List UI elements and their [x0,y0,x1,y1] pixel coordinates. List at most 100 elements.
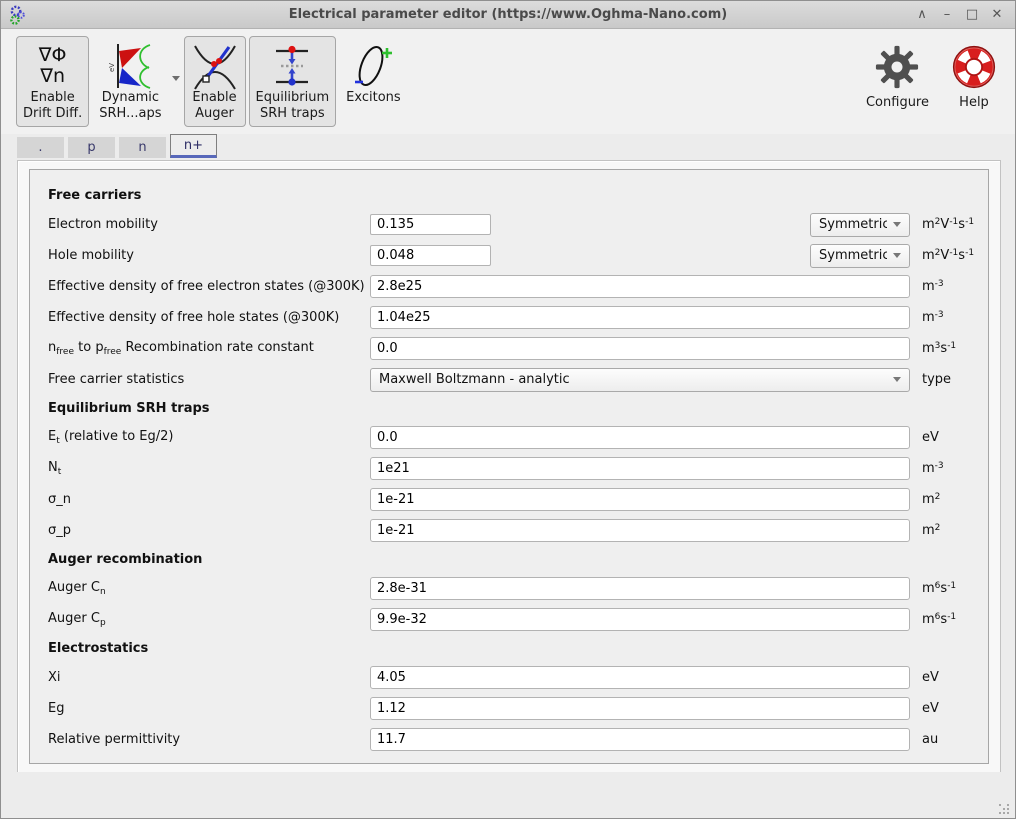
value-input[interactable] [370,426,910,449]
value-input[interactable] [370,728,910,751]
section-heading: Equilibrium SRH traps [48,395,988,422]
field-widgets [370,519,910,542]
value-input[interactable] [370,519,910,542]
unit-label: m3s-1 [922,341,956,356]
svg-text:eV: eV [108,63,116,72]
dropdown-value: Maxwell Boltzmann - analytic [379,372,887,387]
form-row: Auger Cp m6s-1 [48,604,988,635]
field-widgets [370,608,910,631]
excitons-button[interactable]: Excitons [339,36,408,111]
field-label: σ_n [48,492,370,507]
configure-button[interactable]: Configure [866,36,929,110]
drift-diffusion-icon: ∇Φ∇n [29,42,77,90]
field-widgets [370,337,910,360]
dropdown-value: Symmetric [819,248,887,263]
toolbar-right: Configure Help [866,36,997,110]
form-row: Eg eV [48,693,988,724]
field-label: Eg [48,701,370,716]
field-widgets [370,697,910,720]
window-controls: ∧ – □ ✕ [914,7,1015,23]
enable-auger-button[interactable]: Enable Auger [184,36,246,127]
equilibrium-srh-traps-button[interactable]: Equilibrium SRH traps [249,36,337,127]
unit-label: m2V-1s-1 [922,217,974,232]
field-widgets [370,457,910,480]
unit-label: m-3 [922,461,944,476]
electrical-parameter-editor-window: Electrical parameter editor (https://www… [0,0,1016,819]
chevron-down-icon [893,222,901,227]
value-input[interactable] [370,337,910,360]
value-input[interactable] [370,608,910,631]
unit-label: m6s-1 [922,612,956,627]
statusbar [1,772,1015,818]
unit-label: m2 [922,523,940,538]
equilibrium-srh-icon [268,42,316,90]
close-button[interactable]: ✕ [989,7,1005,23]
unit-label: m-3 [922,310,944,325]
symmetry-dropdown[interactable]: Symmetric [810,244,910,268]
form-row: Hole mobility Symmetric m2V-1s-1 [48,240,988,271]
unit-label: eV [922,430,939,445]
field-widgets [370,426,910,449]
maximize-button[interactable]: □ [964,7,980,23]
resize-grip-icon[interactable] [999,804,1001,806]
toolbar: ∇Φ∇n Enable Drift Diff. eV Dynamic SRH..… [1,29,1015,134]
dynamic-srh-icon: eV [106,42,154,90]
value-input[interactable] [370,666,910,689]
minimize-button[interactable]: – [939,7,955,23]
unit-label: eV [922,701,939,716]
dynamic-srh-traps-button[interactable]: eV Dynamic SRH...aps [92,36,168,127]
unit-label: m-3 [922,279,944,294]
value-input[interactable] [370,306,910,329]
tab-.[interactable]: . [17,137,64,158]
exciton-icon [349,42,397,90]
symmetry-dropdown[interactable]: Symmetric [810,213,910,237]
form-row: nfree to pfree Recombination rate consta… [48,333,988,364]
value-input[interactable] [370,577,910,600]
form-row: σ_n m2 [48,484,988,515]
dropdown-value: Symmetric [819,217,887,232]
form-row: Effective density of free electron state… [48,271,988,302]
tab-n[interactable]: n [119,137,166,158]
form-row: Nt m-3 [48,453,988,484]
lifebuoy-icon [951,44,997,90]
value-input[interactable] [370,214,491,235]
titlebar: Electrical parameter editor (https://www… [1,1,1015,29]
value-input[interactable] [370,245,491,266]
unit-label: au [922,732,938,747]
field-label: Nt [48,460,370,477]
form-row: Electron mobility Symmetric m2V-1s-1 [48,209,988,240]
unit-label: m2V-1s-1 [922,248,974,263]
unit-label: m2 [922,492,940,507]
value-input[interactable] [370,457,910,480]
value-input[interactable] [370,275,910,298]
value-input[interactable] [370,697,910,720]
parameter-form: Free carriers Electron mobility Symmetric m… [29,169,989,764]
tab-p[interactable]: p [68,137,115,158]
enable-drift-diffusion-button[interactable]: ∇Φ∇n Enable Drift Diff. [16,36,89,127]
field-widgets: Maxwell Boltzmann - analytic [370,368,910,392]
section-heading: Electrostatics [48,635,988,662]
field-label: Hole mobility [48,248,370,263]
field-label: Electron mobility [48,217,370,232]
field-label: Auger Cn [48,580,370,597]
field-widgets [370,728,910,751]
statistics-dropdown[interactable]: Maxwell Boltzmann - analytic [370,368,910,392]
form-row: σ_pm2 [48,515,988,546]
dynamic-srh-menu-arrow-icon[interactable] [172,76,180,81]
auger-icon [191,42,239,90]
shade-button[interactable]: ∧ [914,7,930,23]
field-label: Xi [48,670,370,685]
field-widgets [370,577,910,600]
form-row: Effective density of free hole states (@… [48,302,988,333]
form-row: Et (relative to Eg/2)eV [48,422,988,453]
field-label: Effective density of free hole states (@… [48,310,370,325]
section-heading: Free carriers [48,182,988,209]
value-input[interactable] [370,488,910,511]
chevron-down-icon [893,377,901,382]
field-label: Auger Cp [48,611,370,628]
form-row: XieV [48,662,988,693]
unit-label: m6s-1 [922,581,956,596]
window-title: Electrical parameter editor (https://www… [1,7,1015,22]
tab-n+[interactable]: n+ [170,134,217,158]
help-button[interactable]: Help [951,36,997,110]
